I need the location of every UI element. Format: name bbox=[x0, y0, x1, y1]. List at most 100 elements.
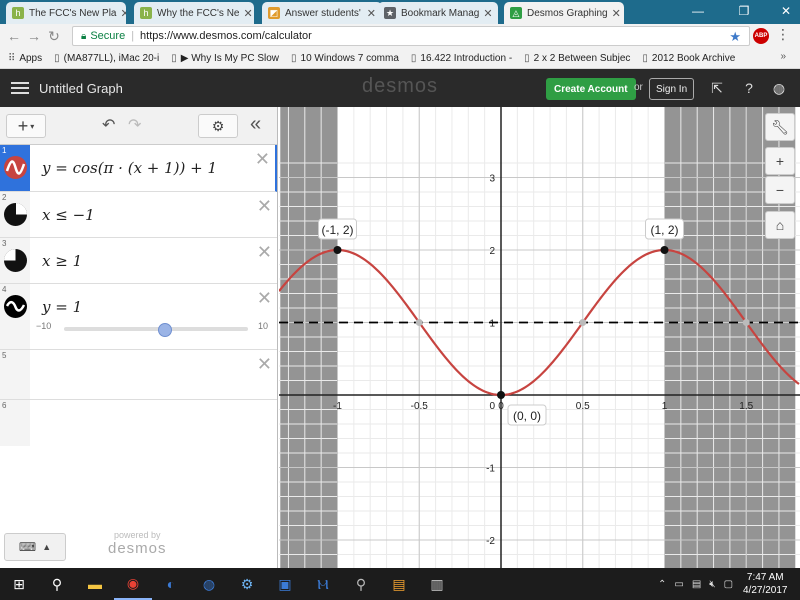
bookmarks-overflow[interactable]: » bbox=[780, 51, 786, 62]
close-window-icon[interactable]: ✕ bbox=[772, 0, 800, 22]
bookmark-star-icon[interactable]: ★ bbox=[729, 29, 741, 45]
collapse-list-icon[interactable]: « bbox=[250, 113, 261, 136]
gear-icon[interactable]: ⚙ bbox=[198, 114, 238, 138]
expression-math[interactable]: y = cos(π · (x + 1)) + 1 bbox=[42, 159, 217, 177]
bookmark-item[interactable]: ⠿ Apps bbox=[8, 53, 42, 64]
slider-track[interactable] bbox=[64, 323, 248, 337]
bookmark-item[interactable]: ▯ 10 Windows 7 comma bbox=[291, 53, 399, 64]
app-icon-2[interactable]: ◍ bbox=[190, 568, 228, 600]
redo-icon[interactable]: ↷ bbox=[128, 115, 141, 135]
zoom-out-button[interactable]: − bbox=[765, 176, 795, 204]
expression-row[interactable]: 4y = 1 ✕ −10 10 bbox=[0, 284, 277, 350]
help-icon[interactable]: ? bbox=[740, 79, 758, 97]
app-icon-4[interactable]: ▣ bbox=[266, 568, 304, 600]
zoom-in-button[interactable]: + bbox=[765, 147, 795, 175]
language-icon[interactable]: ◍ bbox=[770, 79, 788, 97]
browser-tab[interactable]: ◬ Desmos Graphing ✕ bbox=[504, 2, 624, 24]
expression-row[interactable]: 1y = cos(π · (x + 1)) + 1 ✕ bbox=[0, 145, 277, 192]
tab-close-icon[interactable]: ✕ bbox=[117, 7, 127, 20]
tab-close-icon[interactable]: ✕ bbox=[479, 7, 492, 20]
slider-max[interactable]: 10 bbox=[258, 321, 268, 331]
undo-icon[interactable]: ↶ bbox=[102, 115, 115, 135]
taskbar-clock[interactable]: 7:47 AM 4/27/2017 bbox=[743, 571, 788, 597]
keypad-toggle-button[interactable]: ⌨ ▲ bbox=[4, 533, 66, 561]
expression-color-icon[interactable] bbox=[4, 156, 27, 179]
expression-slider[interactable]: −10 10 bbox=[36, 321, 276, 337]
url-text: https://www.desmos.com/calculator bbox=[140, 30, 312, 42]
create-account-button[interactable]: Create Account bbox=[546, 78, 636, 100]
delete-expression-icon[interactable]: ✕ bbox=[257, 288, 272, 309]
graph-settings-wrench-icon[interactable]: 🔧︎ bbox=[765, 113, 795, 141]
bookmark-item[interactable]: ▯ (MA877LL), iMac 20-i bbox=[54, 53, 159, 64]
reload-icon[interactable]: ↻ bbox=[44, 28, 64, 45]
tab-favicon-icon: ◩ bbox=[268, 7, 280, 19]
chrome-icon[interactable]: ◉ bbox=[114, 568, 152, 600]
browser-menu-icon[interactable]: ⋮ bbox=[776, 26, 790, 43]
app-icon-3[interactable]: ⚙ bbox=[228, 568, 266, 600]
browser-tab[interactable]: h Why the FCC's Ne ✕ bbox=[134, 2, 254, 24]
expression-color-icon[interactable] bbox=[4, 203, 28, 226]
file-explorer-icon[interactable]: ▬ bbox=[76, 568, 114, 600]
tab-close-icon[interactable]: ✕ bbox=[363, 7, 376, 20]
expression-color-icon[interactable] bbox=[4, 249, 27, 272]
app-icon-1[interactable]: ◐ bbox=[152, 568, 190, 600]
tray-app-icon[interactable]: ▭ bbox=[674, 579, 683, 590]
x-tick-label: 1.5 bbox=[739, 401, 753, 412]
point-marker[interactable] bbox=[333, 246, 342, 254]
tray-chevron-icon[interactable]: ⌃ bbox=[658, 579, 666, 590]
delete-expression-icon[interactable]: ✕ bbox=[257, 242, 272, 263]
y-tick-label: -2 bbox=[486, 536, 495, 547]
expression-math[interactable]: x ≤ −1 bbox=[42, 206, 95, 224]
graph-plot[interactable]: -1 -0.5 0 0.5 1 1.5 -2 -1 1 2 3 0 (-1, 2) (1, 2) (0, 0… bbox=[279, 107, 800, 568]
bookmark-item[interactable]: ▯ 16.422 Introduction - bbox=[411, 53, 512, 64]
delete-expression-icon[interactable]: ✕ bbox=[255, 149, 270, 170]
expression-math[interactable]: y = 1 bbox=[42, 298, 82, 316]
expression-list: + ▾ ↶ ↷ ⚙ « 1y = cos(π · (x + 1)) + 1 ✕ 2 x … bbox=[0, 107, 278, 568]
expression-row[interactable]: 2x ≤ −1 ✕ bbox=[0, 192, 277, 238]
browser-tab[interactable]: h The FCC's New Pla ✕ bbox=[6, 2, 126, 24]
intersection-point bbox=[579, 319, 587, 326]
x-tick-label: 0 bbox=[498, 401, 504, 412]
restore-icon[interactable]: ❐ bbox=[730, 0, 758, 22]
address-bar[interactable]: 🔒︎ Secure | https://www.desmos.com/calcu… bbox=[72, 26, 750, 46]
browser-tab[interactable]: ★ Bookmark Manag ✕ bbox=[378, 2, 498, 24]
point-marker[interactable] bbox=[660, 246, 669, 254]
home-zoom-button[interactable]: ⌂ bbox=[765, 211, 795, 239]
minimize-icon[interactable]: — bbox=[684, 0, 712, 22]
add-item-button[interactable]: + ▾ bbox=[6, 114, 46, 138]
windows-start-icon[interactable]: ⊞ bbox=[0, 568, 38, 600]
search-icon[interactable]: ⚲ bbox=[38, 568, 76, 600]
graph-title[interactable]: Untitled Graph bbox=[39, 81, 123, 96]
browser-tab[interactable]: ◩ Answer students' ✕ bbox=[262, 2, 382, 24]
slider-min[interactable]: −10 bbox=[36, 321, 51, 331]
adblock-icon[interactable]: ABP bbox=[753, 28, 769, 44]
hamburger-menu-icon[interactable] bbox=[11, 79, 29, 97]
app-icon-6[interactable]: ▤ bbox=[380, 568, 418, 600]
expression-row[interactable]: 5 ✕ bbox=[0, 350, 277, 400]
expression-row[interactable]: 6 bbox=[0, 400, 277, 446]
tab-close-icon[interactable]: ✕ bbox=[239, 7, 252, 20]
bookmark-item[interactable]: ▯ 2012 Book Archive bbox=[642, 53, 735, 64]
bookmark-item[interactable]: ▯ 2 x 2 Between Subjec bbox=[524, 53, 630, 64]
network-icon[interactable]: ▤ bbox=[692, 579, 701, 590]
app-icon-5[interactable]: Ⲙ bbox=[304, 568, 342, 600]
bookmark-item[interactable]: ▯ ▶ Why Is My PC Slow bbox=[171, 53, 279, 64]
forward-icon[interactable]: → bbox=[24, 28, 44, 44]
back-icon[interactable]: ← bbox=[4, 28, 24, 44]
sign-in-button[interactable]: Sign In bbox=[649, 78, 695, 100]
expression-row[interactable]: 3x ≥ 1 ✕ bbox=[0, 238, 277, 284]
delete-expression-icon[interactable]: ✕ bbox=[257, 354, 272, 375]
tab-close-icon[interactable]: ✕ bbox=[608, 7, 621, 20]
volume-icon[interactable]: 🔇︎ bbox=[709, 579, 715, 590]
x-tick-label: 1 bbox=[662, 401, 668, 412]
app-icon-7[interactable]: ▥ bbox=[418, 568, 456, 600]
expression-math[interactable]: x ≥ 1 bbox=[42, 252, 82, 270]
delete-expression-icon[interactable]: ✕ bbox=[257, 196, 272, 217]
point-marker[interactable] bbox=[497, 391, 505, 399]
magnifier-icon[interactable]: ⚲ bbox=[342, 568, 380, 600]
graph-paper[interactable]: -1 -0.5 0 0.5 1 1.5 -2 -1 1 2 3 0 (-1, 2) (1, 2) (0, 0… bbox=[279, 107, 800, 568]
notification-icon[interactable]: ▢ bbox=[724, 579, 733, 590]
share-icon[interactable]: ⇱ bbox=[708, 79, 726, 97]
expression-color-icon[interactable] bbox=[4, 295, 27, 318]
slider-handle[interactable] bbox=[158, 323, 173, 337]
